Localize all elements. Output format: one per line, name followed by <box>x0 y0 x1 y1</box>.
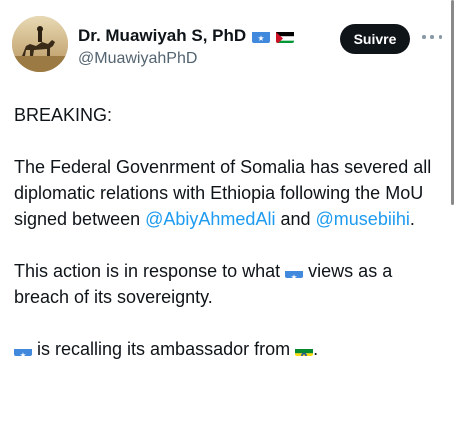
more-dot <box>430 35 434 39</box>
more-horizontal-icon[interactable] <box>422 30 442 44</box>
more-dot <box>438 35 442 39</box>
author-name-row[interactable]: Dr. Muawiyah S, PhD <box>78 26 295 46</box>
tweet-paragraph-2: This action is in response to what views… <box>14 258 446 310</box>
follow-button[interactable]: Suivre <box>340 24 410 54</box>
tweet-paragraph-1: The Federal Govenrment of Somalia has se… <box>14 154 446 232</box>
somalia-flag-icon <box>285 265 304 278</box>
paragraph-1-end: . <box>409 209 415 229</box>
tweet-paragraph-3: is recalling its ambassador from . <box>14 336 446 362</box>
tweet-header: Dr. Muawiyah S, PhD @MuawiyahPhD Suivre <box>12 16 446 76</box>
tweet-body: BREAKING: The Federal Govenrment of Soma… <box>14 102 446 362</box>
mention-abiy[interactable]: @AbiyAhmedAli <box>145 209 275 229</box>
somalia-flag-icon <box>252 30 271 43</box>
author-handle[interactable]: @MuawiyahPhD <box>78 50 197 68</box>
more-dot <box>422 35 426 39</box>
author-name[interactable]: Dr. Muawiyah S, PhD <box>78 26 246 46</box>
somalia-flag-icon <box>14 343 32 356</box>
mention-musebiihi[interactable]: @musebiihi <box>316 209 410 229</box>
paragraph-2-before: This action is in response to what <box>14 261 281 281</box>
scrollbar[interactable] <box>451 0 454 205</box>
paragraph-3-end: . <box>313 339 319 359</box>
palestine-flag-icon <box>276 30 295 43</box>
paragraph-3-text: is recalling its ambassador from <box>37 339 291 359</box>
ethiopia-flag-icon <box>295 343 314 356</box>
tweet-heading: BREAKING: <box>14 105 113 125</box>
tweet-card: Dr. Muawiyah S, PhD @MuawiyahPhD Suivre <box>0 0 458 421</box>
avatar[interactable] <box>12 16 68 72</box>
connector-text: and <box>280 209 311 229</box>
